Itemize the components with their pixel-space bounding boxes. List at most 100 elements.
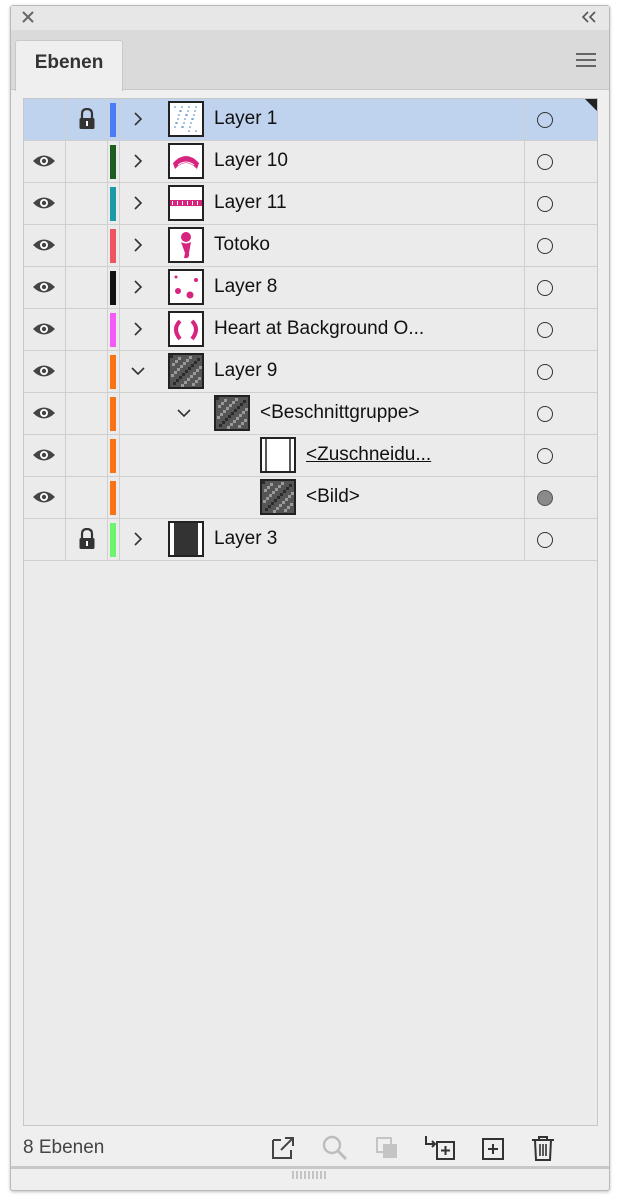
lock-toggle[interactable] [66, 309, 108, 350]
chevron-right-icon[interactable] [130, 111, 146, 127]
visibility-toggle[interactable] [24, 519, 66, 560]
visibility-toggle[interactable] [24, 393, 66, 434]
layers-panel: Ebenen Layer 1 Layer 10 Layer 11 Totoko Laye… [10, 5, 610, 1191]
chevron-right-icon[interactable] [130, 321, 146, 337]
layer-name[interactable]: Layer 10 [214, 150, 288, 172]
column-divider [119, 267, 120, 308]
column-divider [119, 99, 120, 140]
layer-name[interactable]: <Zuschneidu... [306, 444, 431, 466]
resize-grip-icon[interactable] [291, 1170, 329, 1180]
clip-mask-icon[interactable] [373, 1134, 401, 1162]
layer-name[interactable]: Layer 3 [214, 528, 277, 550]
column-divider [119, 393, 120, 434]
chevron-down-icon[interactable] [130, 363, 146, 379]
layer-row[interactable]: <Bild> [24, 477, 597, 519]
layer-row[interactable]: Layer 10 [24, 141, 597, 183]
layer-row[interactable]: <Zuschneidu... [24, 435, 597, 477]
target-circle-icon[interactable] [537, 196, 553, 212]
layer-name[interactable]: Totoko [214, 234, 270, 256]
layer-row[interactable]: Layer 3 [24, 519, 597, 561]
target-circle-icon[interactable] [537, 406, 553, 422]
eye-icon [33, 323, 55, 335]
eye-icon [33, 491, 55, 503]
lock-toggle[interactable] [66, 141, 108, 182]
layer-name[interactable]: Layer 8 [214, 276, 277, 298]
visibility-toggle[interactable] [24, 477, 66, 518]
chevron-down-icon[interactable] [176, 405, 192, 421]
layer-row[interactable]: Layer 8 [24, 267, 597, 309]
new-sublayer-icon[interactable] [423, 1134, 457, 1162]
visibility-toggle[interactable] [24, 141, 66, 182]
eye-icon [33, 239, 55, 251]
target-circle-icon[interactable] [537, 322, 553, 338]
lock-toggle[interactable] [66, 435, 108, 476]
column-divider [119, 309, 120, 350]
layer-name[interactable]: Layer 9 [214, 360, 277, 382]
double-chevron-left-icon[interactable] [581, 10, 597, 24]
layer-name[interactable]: <Bild> [306, 486, 360, 508]
layer-row[interactable]: Layer 1 [24, 99, 597, 141]
chevron-right-icon[interactable] [130, 195, 146, 211]
chevron-right-icon[interactable] [130, 531, 146, 547]
panel-titlebar [11, 6, 609, 30]
close-icon[interactable] [20, 9, 36, 25]
eye-icon [33, 449, 55, 461]
selection-corner-icon [585, 99, 597, 111]
layer-row[interactable]: <Beschnittgruppe> [24, 393, 597, 435]
layer-name[interactable]: Layer 1 [214, 108, 277, 130]
layer-color-swatch [110, 103, 116, 137]
lock-toggle[interactable] [66, 225, 108, 266]
trash-icon[interactable] [529, 1134, 557, 1162]
target-circle-icon[interactable] [537, 280, 553, 296]
layer-color-swatch [110, 481, 116, 515]
layer-thumbnail [260, 437, 296, 473]
layer-name[interactable]: Heart at Background O... [214, 318, 424, 340]
lock-toggle[interactable] [66, 183, 108, 224]
layer-color-swatch [110, 229, 116, 263]
layer-name[interactable]: Layer 11 [214, 192, 287, 214]
layer-row[interactable]: Layer 11 [24, 183, 597, 225]
target-circle-icon[interactable] [537, 112, 553, 128]
new-layer-icon[interactable] [479, 1134, 507, 1162]
lock-icon [79, 528, 95, 549]
layer-color-swatch [110, 523, 116, 557]
target-circle-icon[interactable] [537, 238, 553, 254]
target-column [524, 435, 597, 476]
visibility-toggle[interactable] [24, 435, 66, 476]
visibility-toggle[interactable] [24, 351, 66, 392]
target-circle-icon[interactable] [537, 532, 553, 548]
lock-toggle[interactable] [66, 393, 108, 434]
column-divider [119, 351, 120, 392]
visibility-toggle[interactable] [24, 183, 66, 224]
layer-row[interactable]: Heart at Background O... [24, 309, 597, 351]
lock-toggle[interactable] [66, 267, 108, 308]
target-circle-icon[interactable] [537, 154, 553, 170]
layer-name[interactable]: <Beschnittgruppe> [260, 402, 420, 424]
export-icon[interactable] [269, 1134, 297, 1162]
layer-count: 8 Ebenen [23, 1137, 105, 1158]
lock-toggle[interactable] [66, 477, 108, 518]
layer-thumbnail [168, 143, 204, 179]
target-circle-icon[interactable] [537, 448, 553, 464]
target-column [524, 351, 597, 392]
lock-toggle[interactable] [66, 519, 108, 560]
visibility-toggle[interactable] [24, 309, 66, 350]
chevron-right-icon[interactable] [130, 279, 146, 295]
lock-toggle[interactable] [66, 99, 108, 140]
layer-row[interactable]: Totoko [24, 225, 597, 267]
search-icon[interactable] [321, 1134, 349, 1162]
target-circle-icon[interactable] [537, 490, 553, 506]
chevron-right-icon[interactable] [130, 237, 146, 253]
layer-thumbnail [214, 395, 250, 431]
target-circle-icon[interactable] [537, 364, 553, 380]
target-column [524, 309, 597, 350]
visibility-toggle[interactable] [24, 99, 66, 140]
visibility-toggle[interactable] [24, 267, 66, 308]
visibility-toggle[interactable] [24, 225, 66, 266]
hamburger-menu-icon[interactable] [575, 52, 597, 68]
lock-toggle[interactable] [66, 351, 108, 392]
chevron-right-icon[interactable] [130, 153, 146, 169]
tab-ebenen[interactable]: Ebenen [15, 40, 123, 91]
layer-row[interactable]: Layer 9 [24, 351, 597, 393]
eye-icon [33, 197, 55, 209]
